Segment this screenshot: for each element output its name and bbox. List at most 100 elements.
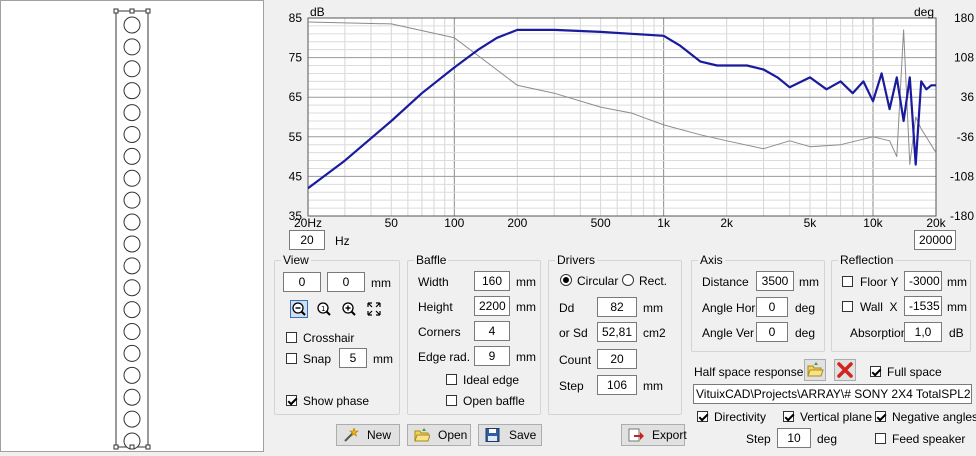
driver-circle <box>123 235 141 253</box>
open-baffle-label: Open baffle <box>463 394 525 408</box>
circular-radio[interactable] <box>560 274 572 286</box>
driver-circle <box>123 257 141 275</box>
driver-circle <box>123 301 141 319</box>
baffle-handle <box>113 8 119 14</box>
driver-circle <box>123 366 141 384</box>
driver-circle <box>123 60 141 78</box>
snap-label: Snap <box>303 352 332 366</box>
baffle-handle <box>145 444 151 450</box>
ideal-edge-checkbox[interactable] <box>446 374 457 385</box>
baffle-drawing[interactable] <box>1 1 263 451</box>
baffle-canvas[interactable] <box>0 0 264 452</box>
y-tick-label: 65 <box>289 90 303 104</box>
directivity-checkbox[interactable] <box>697 411 708 422</box>
y-tick-label: 85 <box>289 11 303 25</box>
x-tick-label: 50 <box>385 216 399 228</box>
y2-tick-label: -180 <box>950 209 974 223</box>
circular-label: Circular <box>577 274 619 288</box>
floor-input[interactable]: -3000 <box>904 271 942 291</box>
snap-input[interactable]: 5 <box>339 348 367 368</box>
full-space-checkbox[interactable] <box>870 366 881 377</box>
dd-unit: mm <box>643 301 663 315</box>
angle-hor-input[interactable]: 0 <box>756 297 788 317</box>
snap-checkbox[interactable] <box>286 353 297 364</box>
corners-label: Corners <box>418 325 461 339</box>
floor-checkbox[interactable] <box>842 276 853 287</box>
width-label: Width <box>418 275 449 289</box>
vertical-plane-checkbox[interactable] <box>783 411 794 422</box>
driver-circle <box>123 169 141 187</box>
x-tick-label: 100 <box>444 216 464 228</box>
open-folder-icon[interactable] <box>804 359 826 381</box>
width-input[interactable]: 160 <box>474 271 510 291</box>
corners-input[interactable]: 4 <box>474 321 510 341</box>
fullscreen-icon[interactable] <box>365 300 383 318</box>
remove-icon[interactable] <box>834 359 856 381</box>
angle-hor-unit: deg <box>795 301 816 315</box>
negative-angles-checkbox[interactable] <box>875 411 886 422</box>
wall-checkbox[interactable] <box>842 301 853 312</box>
zoom-out-icon[interactable] <box>290 300 308 318</box>
open-baffle-checkbox[interactable] <box>446 395 457 406</box>
save-button[interactable]: Save <box>478 424 542 446</box>
freq-from-input[interactable]: 20 <box>289 230 325 250</box>
distance-input[interactable]: 3500 <box>756 271 794 291</box>
edge-label: Edge rad. <box>418 350 471 364</box>
open-folder-icon <box>414 428 430 442</box>
sd-label: or Sd <box>559 326 588 340</box>
sd-input[interactable]: 52,81 <box>597 322 637 342</box>
count-label: Count <box>559 353 592 367</box>
x-tick-label: 5k <box>804 216 818 228</box>
directivity-step-input[interactable]: 10 <box>777 428 811 448</box>
open-button-label: Open <box>438 428 468 442</box>
height-input[interactable]: 2200 <box>474 296 510 316</box>
half-space-label: Half space response <box>694 365 804 379</box>
new-button-label: New <box>367 428 392 442</box>
directivity-label: Directivity <box>714 410 767 424</box>
save-button-label: Save <box>509 428 537 442</box>
baffle-group-title: Baffle <box>414 253 449 267</box>
freq-from-unit: Hz <box>335 234 350 248</box>
driver-circle <box>123 344 141 362</box>
export-button[interactable]: Export <box>621 424 687 446</box>
dd-input[interactable]: 82 <box>597 297 637 317</box>
view-y-input[interactable]: 0 <box>327 272 365 292</box>
plot-area <box>308 18 936 216</box>
absorption-label: Absorption <box>850 326 908 340</box>
angle-ver-unit: deg <box>795 326 816 340</box>
count-input[interactable]: 20 <box>597 349 637 369</box>
angle-ver-input[interactable]: 0 <box>756 322 788 342</box>
driver-circle <box>123 213 141 231</box>
freq-to-input[interactable]: 20000 <box>914 230 956 250</box>
step-input[interactable]: 106 <box>597 375 637 395</box>
new-button[interactable]: New <box>336 424 400 446</box>
rect-radio[interactable] <box>622 274 634 286</box>
frequency-response-chart[interactable]: 20Hz 50 100 200 500 1k 2k 5k 10k 20k354555657585-… <box>268 0 976 228</box>
view-x-input[interactable]: 0 <box>283 272 321 292</box>
absorption-input[interactable]: 1,0 <box>904 322 942 342</box>
baffle-handle <box>129 444 135 450</box>
zoom-in-icon[interactable] <box>340 300 358 318</box>
driver-circle <box>123 104 141 122</box>
edge-unit: mm <box>516 350 536 364</box>
zoom-fit-icon[interactable]: 1 <box>315 300 333 318</box>
ideal-edge-label: Ideal edge <box>463 373 520 387</box>
x-tick-label: 200 <box>507 216 527 228</box>
baffle-handle <box>129 8 135 14</box>
feed-speaker-checkbox[interactable] <box>875 433 886 444</box>
wall-input[interactable]: -1535 <box>904 296 942 316</box>
open-button[interactable]: Open <box>407 424 471 446</box>
view-group: View 0 0 mm 1 Crosshair Snap 5 mm Show p… <box>274 253 400 415</box>
driver-circle <box>123 279 141 297</box>
show-phase-checkbox[interactable] <box>286 395 297 406</box>
x-tick-label: 20k <box>926 216 946 228</box>
y-unit-label: dB <box>310 5 325 19</box>
y-tick-label: 55 <box>289 130 303 144</box>
y2-tick-label: -36 <box>957 130 975 144</box>
crosshair-checkbox[interactable] <box>286 332 297 343</box>
drivers-group-title: Drivers <box>555 253 597 267</box>
rect-label: Rect. <box>639 274 668 288</box>
step-unit: mm <box>643 379 663 393</box>
half-space-path-input[interactable]: VituixCAD\Projects\ARRAY\# SONY 2X4 Tota… <box>693 384 972 404</box>
edge-input[interactable]: 9 <box>474 346 510 366</box>
